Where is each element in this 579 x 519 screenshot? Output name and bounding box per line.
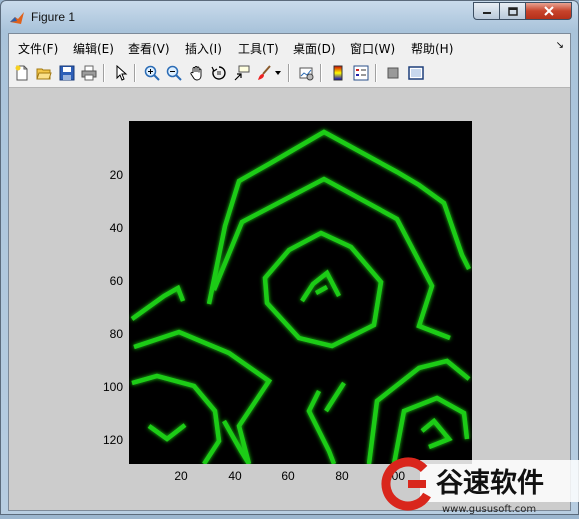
select-arrow-button[interactable] xyxy=(112,64,130,82)
colorbar-button[interactable] xyxy=(329,64,347,82)
close-icon xyxy=(543,6,554,16)
rotate-3d-icon xyxy=(211,66,226,80)
hide-plot-tools-button[interactable] xyxy=(384,64,402,82)
legend-icon xyxy=(353,65,369,81)
maximize-icon xyxy=(507,6,518,16)
figure-toolbar xyxy=(9,59,570,88)
open-file-icon xyxy=(36,68,52,80)
menu-tools[interactable]: 工具(T) xyxy=(238,40,279,57)
menu-bar: 文件(F) 编辑(E) 查看(V) 插入(I) 工具(T) 桌面(D) 窗口(W… xyxy=(9,34,570,60)
figure-canvas-area: 20 40 60 80 100 120 20 40 60 80 100 xyxy=(9,88,570,510)
show-plot-tools-button[interactable] xyxy=(407,64,425,82)
pan-button[interactable] xyxy=(188,64,206,82)
legend-button[interactable] xyxy=(352,64,370,82)
toolbar-separator xyxy=(103,64,105,82)
title-bar[interactable]: Figure 1 xyxy=(1,1,578,33)
x-tick-label: 80 xyxy=(335,469,349,483)
colorbar-icon xyxy=(333,65,343,81)
menu-view[interactable]: 查看(V) xyxy=(128,40,170,57)
x-tick-label: 40 xyxy=(228,469,242,483)
print-button[interactable] xyxy=(80,64,98,82)
toolbar-separator xyxy=(375,64,377,82)
menu-desktop[interactable]: 桌面(D) xyxy=(293,40,336,57)
zoom-in-icon xyxy=(144,65,160,81)
link-plot-button[interactable] xyxy=(297,64,315,82)
data-cursor-icon xyxy=(234,65,250,81)
select-arrow-icon xyxy=(116,65,128,81)
show-plot-tools-icon xyxy=(408,66,424,80)
new-figure-button[interactable] xyxy=(13,64,31,82)
image-plot xyxy=(129,121,472,466)
pan-hand-icon xyxy=(190,66,202,81)
brush-button[interactable] xyxy=(255,64,273,82)
hide-plot-tools-icon xyxy=(387,67,399,79)
zoom-in-button[interactable] xyxy=(143,64,161,82)
link-plot-icon xyxy=(299,67,314,81)
figure-window: Figure 1 文件(F) 编辑(E) 查看(V) 插入(I) 工具(T) 桌… xyxy=(0,0,579,515)
y-tick-label: 60 xyxy=(109,274,123,288)
y-tick-label: 120 xyxy=(102,433,123,447)
image-axes[interactable] xyxy=(129,121,472,466)
maximize-button[interactable] xyxy=(500,2,526,20)
gususoft-logo: 谷速软件 www.gususoft.com xyxy=(381,457,579,515)
data-cursor-button[interactable] xyxy=(233,64,251,82)
menu-edit[interactable]: 编辑(E) xyxy=(73,40,114,57)
zoom-out-icon xyxy=(166,65,182,81)
minimize-icon xyxy=(482,12,491,14)
x-tick-label: 60 xyxy=(281,469,295,483)
save-button[interactable] xyxy=(58,64,76,82)
window-title: Figure 1 xyxy=(31,10,76,24)
window-controls xyxy=(473,2,572,20)
new-figure-icon xyxy=(15,65,28,81)
print-icon xyxy=(81,65,97,81)
menu-file[interactable]: 文件(F) xyxy=(18,40,58,57)
watermark-url-text: www.gususoft.com xyxy=(442,504,536,515)
figure-client-area: 文件(F) 编辑(E) 查看(V) 插入(I) 工具(T) 桌面(D) 窗口(W… xyxy=(8,33,571,511)
toolbar-separator xyxy=(134,64,136,82)
x-tick-label: 20 xyxy=(174,469,188,483)
toolbar-separator xyxy=(320,64,322,82)
y-tick-label: 80 xyxy=(109,327,123,341)
y-tick-label: 20 xyxy=(109,168,123,182)
chevron-down-icon xyxy=(275,71,281,75)
toolbar-separator xyxy=(288,64,290,82)
open-file-button[interactable] xyxy=(35,64,53,82)
rotate-3d-button[interactable] xyxy=(210,64,228,82)
minimize-button[interactable] xyxy=(473,2,500,20)
menu-dock-arrow-icon[interactable]: ↘ xyxy=(556,40,564,51)
brush-dropdown[interactable] xyxy=(273,64,283,82)
menu-window[interactable]: 窗口(W) xyxy=(350,40,395,57)
matlab-logo-icon xyxy=(10,12,24,24)
close-button[interactable] xyxy=(526,2,572,20)
brush-icon xyxy=(258,65,271,80)
zoom-out-button[interactable] xyxy=(165,64,183,82)
y-tick-label: 100 xyxy=(102,380,123,394)
menu-insert[interactable]: 插入(I) xyxy=(185,40,222,57)
gususoft-watermark: 谷速软件 www.gususoft.com xyxy=(380,452,579,515)
watermark-brand-text: 谷速软件 xyxy=(436,468,544,499)
save-icon xyxy=(59,65,75,81)
menu-help[interactable]: 帮助(H) xyxy=(411,40,453,57)
y-tick-label: 40 xyxy=(109,221,123,235)
